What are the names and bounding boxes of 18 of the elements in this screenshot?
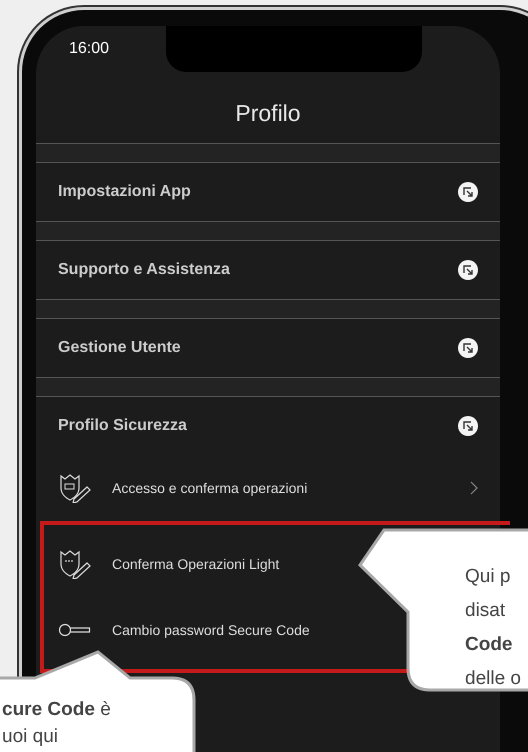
shield-pencil-icon [58,549,92,579]
menu-item[interactable]: Conferma Operazioni Light [44,531,302,597]
callout-text: cure Code è uoi qui [2,698,111,749]
open-icon [458,182,478,202]
section-row[interactable]: Supporto e Assistenza [36,241,500,299]
status-time: 16:00 [69,40,110,58]
menu-item[interactable]: Cambio password Secure Code [44,597,332,663]
open-icon [458,338,478,358]
section-row[interactable]: Impostazioni App [36,163,500,221]
open-icon [458,260,478,280]
shield-pencil-icon [58,473,92,503]
key-icon [58,622,92,638]
callout-text: Qui p disat Code delle o [465,565,521,691]
open-icon [458,416,478,436]
section-row[interactable]: Profilo Sicurezza [36,397,500,455]
menu-item[interactable]: Accesso e conferma operazioni [36,455,500,521]
page-title: Profilo [234,99,302,128]
section-row[interactable]: Gestione Utente [36,319,500,377]
